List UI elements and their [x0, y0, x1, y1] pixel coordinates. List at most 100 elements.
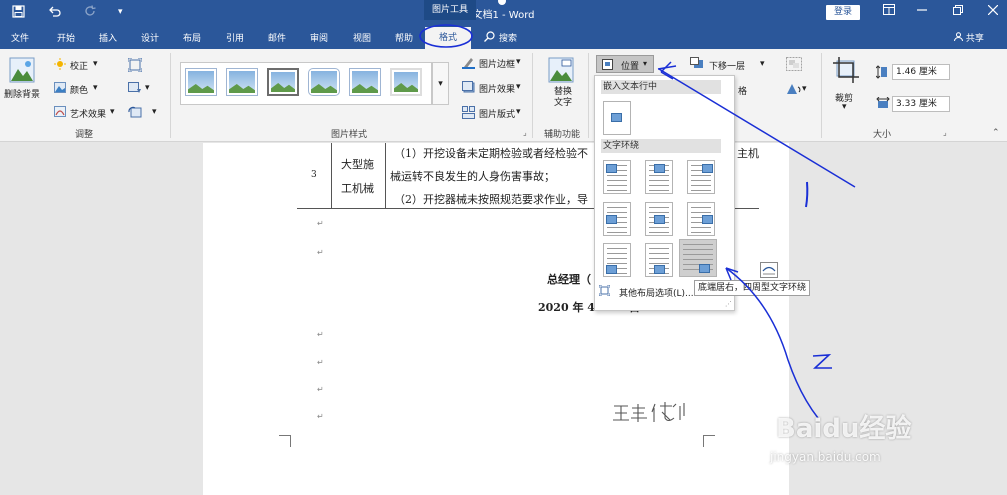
table-cell-text-line1: （1）开挖设备未定期检验或者经检验不 — [394, 147, 588, 160]
picture-effects-button[interactable]: 图片效果 — [479, 82, 515, 95]
corrections-button[interactable]: 校正 — [70, 59, 88, 72]
paragraph-mark: ↵ — [317, 385, 324, 394]
send-backward-dropdown-icon[interactable]: ▾ — [760, 59, 765, 69]
paragraph-mark: ↵ — [317, 358, 324, 367]
color-button[interactable]: 颜色 — [70, 83, 88, 96]
picture-placeholder-icon — [654, 265, 665, 274]
resize-grip-icon[interactable]: ⋰ — [725, 300, 732, 308]
position-label: 位置 — [621, 62, 640, 72]
wrap-position-bottom-left-option[interactable] — [603, 243, 631, 277]
dialog-launcher-icon[interactable]: ⌟ — [523, 128, 527, 137]
mark-1-stroke — [805, 181, 809, 208]
size-dialog-launcher-icon[interactable]: ⌟ — [943, 128, 947, 137]
restore-icon[interactable] — [950, 4, 966, 20]
color-dropdown-icon[interactable]: ▾ — [93, 83, 98, 93]
layout-options-icon[interactable] — [760, 262, 778, 281]
corrections-dropdown-icon[interactable]: ▾ — [93, 59, 98, 69]
picture-style-thumb[interactable] — [349, 68, 381, 96]
picture-effects-icon — [462, 81, 475, 97]
align-button-partial[interactable]: 格 — [738, 84, 747, 97]
picture-style-thumb[interactable] — [390, 68, 422, 96]
tab-home[interactable]: 开始 — [57, 31, 75, 44]
tab-format[interactable]: 格式 — [425, 27, 471, 49]
alt-text-button[interactable]: 替换文字 — [553, 87, 573, 109]
tab-mailings[interactable]: 邮件 — [268, 31, 286, 44]
picture-border-button[interactable]: 图片边框 — [479, 57, 515, 70]
picture-layout-button[interactable]: 图片版式 — [479, 107, 515, 120]
picture-style-thumb[interactable] — [308, 68, 340, 96]
picture-style-thumb[interactable] — [185, 68, 217, 96]
signer-title: 总经理（ — [547, 273, 591, 286]
watermark-url: jingyan.baidu.com — [770, 450, 881, 464]
width-input[interactable]: 3.33 厘米 — [892, 96, 950, 112]
tab-file[interactable]: 文件 — [11, 31, 29, 44]
customize-qat-icon[interactable]: ▾ — [118, 7, 123, 17]
wrap-position-top-left-option[interactable] — [603, 160, 631, 194]
collapse-ribbon-icon[interactable]: ⌃ — [992, 128, 1000, 138]
artistic-effects-icon — [54, 106, 66, 120]
compress-pictures-icon[interactable] — [127, 57, 143, 75]
tab-references[interactable]: 引用 — [226, 31, 244, 44]
layout-dropdown-icon[interactable]: ▾ — [516, 107, 521, 117]
title-bar: ▾ 文档1 - Word 图片工具 登录 — [0, 0, 1007, 27]
tab-help[interactable]: 帮助 — [395, 31, 413, 44]
crop-dropdown-icon[interactable]: ▾ — [842, 102, 847, 112]
wrap-position-bottom-right-option[interactable] — [679, 239, 717, 277]
mark-2-stroke — [812, 354, 832, 369]
picture-style-thumb[interactable] — [267, 68, 299, 96]
wrap-position-top-center-option[interactable] — [645, 160, 673, 194]
send-backward-button[interactable]: 下移一层 — [709, 59, 745, 72]
position-button[interactable]: 位置 ▾ — [596, 55, 654, 73]
more-layout-options[interactable]: 其他布局选项(L)... — [619, 286, 694, 299]
height-input[interactable]: 1.46 厘米 — [892, 64, 950, 80]
tell-me-search[interactable]: 搜索 — [499, 31, 517, 44]
change-picture-dropdown-icon[interactable]: ▾ — [145, 83, 150, 93]
tab-design[interactable]: 设计 — [141, 31, 159, 44]
search-icon[interactable] — [484, 31, 495, 45]
minimize-icon[interactable] — [914, 4, 930, 20]
gallery-more-button[interactable]: ▾ — [432, 62, 449, 105]
paragraph-mark: ↵ — [317, 219, 324, 228]
tab-review[interactable]: 审阅 — [310, 31, 328, 44]
border-dropdown-icon[interactable]: ▾ — [516, 57, 521, 67]
rotate-dropdown-icon[interactable]: ▾ — [802, 84, 807, 94]
table-row-number: 3 — [311, 170, 317, 180]
ribbon-display-icon[interactable] — [881, 4, 897, 20]
reset-dropdown-icon[interactable]: ▾ — [152, 107, 157, 117]
close-icon[interactable] — [985, 4, 1001, 20]
wrap-position-top-right-option[interactable] — [687, 160, 715, 194]
artistic-effects-button[interactable]: 艺术效果 — [70, 107, 106, 120]
crop-icon — [833, 57, 859, 86]
undo-icon[interactable] — [48, 5, 61, 22]
share-button[interactable]: 共享 — [954, 31, 984, 44]
table-cell-category-line2: 工机械 — [341, 182, 374, 195]
reset-picture-icon[interactable] — [128, 106, 142, 121]
send-backward-icon — [690, 57, 704, 72]
table-cell-text-line3: （2）开挖器械未按照规范要求作业，导 — [394, 193, 588, 206]
rotate-icon[interactable] — [786, 83, 802, 98]
tab-insert[interactable]: 插入 — [99, 31, 117, 44]
wrap-position-middle-center-option[interactable] — [645, 202, 673, 236]
table-border — [331, 143, 332, 209]
remove-background-button[interactable]: 删除背景 — [4, 87, 40, 100]
tab-layout[interactable]: 布局 — [183, 31, 201, 44]
save-icon[interactable] — [12, 5, 25, 22]
picture-style-thumb[interactable] — [226, 68, 258, 96]
change-picture-icon[interactable] — [128, 82, 142, 97]
effects-dropdown-icon[interactable]: ▾ — [516, 82, 521, 92]
group-objects-icon[interactable] — [786, 57, 802, 74]
artistic-dropdown-icon[interactable]: ▾ — [110, 107, 115, 117]
redo-icon[interactable] — [84, 5, 97, 22]
tab-view[interactable]: 视图 — [353, 31, 371, 44]
shape-width-icon — [876, 96, 890, 112]
handwritten-signature-image[interactable] — [610, 398, 695, 426]
wrap-position-middle-right-option[interactable] — [687, 202, 715, 236]
picture-placeholder-icon — [606, 164, 617, 173]
sun-icon — [54, 58, 66, 73]
picture-placeholder-icon — [654, 215, 665, 224]
login-button[interactable]: 登录 — [826, 5, 860, 20]
wrap-position-middle-left-option[interactable] — [603, 202, 631, 236]
wrap-position-bottom-center-option[interactable] — [645, 243, 673, 277]
position-inline-option[interactable] — [603, 101, 631, 135]
position-tooltip: 底端居右，四周型文字环绕 — [694, 280, 810, 296]
